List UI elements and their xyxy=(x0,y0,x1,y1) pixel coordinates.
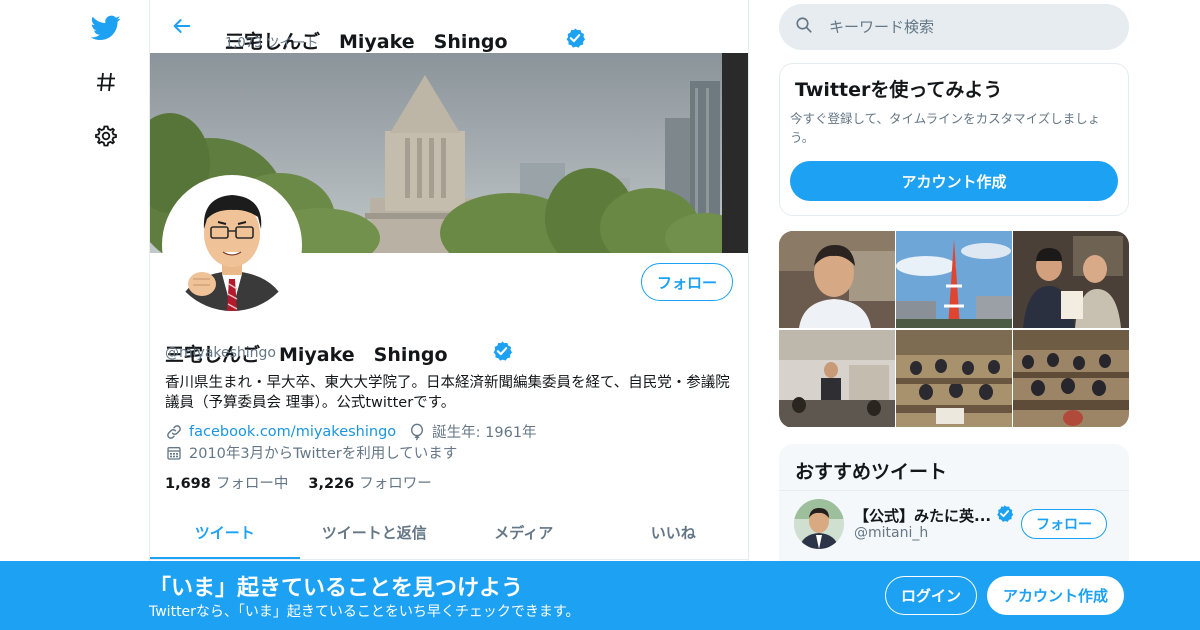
search-icon xyxy=(795,16,813,38)
divider xyxy=(779,490,1129,491)
tab-tweets-and-replies[interactable]: ツイートと返信 xyxy=(300,505,450,559)
profile-meta-row: facebook.com/miyakeshingo 誕生年: 1961年 xyxy=(165,421,537,442)
banner-create-account-button[interactable]: アカウント作成 xyxy=(987,576,1124,615)
back-arrow-icon[interactable] xyxy=(166,10,198,42)
media-thumbnail[interactable] xyxy=(1013,231,1129,328)
banner-subtitle: Twitterなら、「いま」起きていることをいち早くチェックできます。 xyxy=(149,604,580,620)
banner-title: 「いま」起きていることを見つけよう xyxy=(149,576,524,601)
calendar-icon xyxy=(165,444,183,462)
followers-stat[interactable]: 3,226 フォロワー xyxy=(308,472,431,493)
recommended-user-handle: @mitani_h xyxy=(854,525,929,541)
recommended-user-name-text: 【公式】みたに英... xyxy=(854,507,992,525)
followers-count: 3,226 xyxy=(308,476,355,492)
profile-bio: 香川県生まれ・早大卒、東大大学院了。日本経済新聞編集委員を経て、自民党・参議院議… xyxy=(165,375,730,411)
recommended-user-avatar[interactable] xyxy=(794,499,844,549)
tweet-count: 1,073 ツイート xyxy=(225,36,319,51)
media-thumbnail[interactable] xyxy=(896,330,1012,427)
signup-title: Twitterを使ってみよう xyxy=(795,79,1003,101)
media-thumbnail[interactable] xyxy=(896,231,1012,328)
recommended-title: おすすめツイート xyxy=(795,461,948,483)
tab-tweets[interactable]: ツイート xyxy=(150,505,300,559)
profile-avatar[interactable] xyxy=(162,175,302,315)
search-box xyxy=(779,4,1129,50)
link-icon xyxy=(165,423,183,441)
media-grid xyxy=(779,231,1129,428)
login-button[interactable]: ログイン xyxy=(885,576,977,615)
create-account-button[interactable]: アカウント作成 xyxy=(790,161,1118,201)
birthday-text: 誕生年: 1961年 xyxy=(432,425,537,441)
profile-column: 三宅しんご Miyake Shingo 1,073 ツイート フォロー 三宅しん… xyxy=(149,0,749,630)
joined-text: 2010年3月からTwitterを利用しています xyxy=(189,446,458,462)
media-thumbnail[interactable] xyxy=(1013,330,1129,427)
profile-tabs: ツイート ツイートと返信 メディア いいね xyxy=(150,505,748,560)
twitter-bird-icon[interactable] xyxy=(86,8,126,48)
hashtag-icon[interactable] xyxy=(86,62,126,102)
gear-icon[interactable] xyxy=(86,116,126,156)
follow-stats: 1,698 フォロー中 3,226 フォロワー xyxy=(165,472,452,493)
following-stat[interactable]: 1,698 フォロー中 xyxy=(165,472,288,493)
profile-handle: @miyakeshingo xyxy=(165,345,276,361)
recommended-follow-button[interactable]: フォロー xyxy=(1021,509,1107,539)
verified-badge-icon xyxy=(995,504,1014,527)
followers-label: フォロワー xyxy=(359,476,432,492)
tab-likes[interactable]: いいね xyxy=(599,505,749,559)
signup-description: 今すぐ登録して、タイムラインをカスタマイズしましょう。 xyxy=(790,111,1101,145)
follow-button[interactable]: フォロー xyxy=(640,263,733,301)
profile-joined-row: 2010年3月からTwitterを利用しています xyxy=(165,442,457,463)
search-input[interactable] xyxy=(829,18,1109,36)
recommended-user-name: 【公式】みたに英... xyxy=(854,504,1014,527)
signup-banner: 「いま」起きていることを見つけよう Twitterなら、「いま」起きていることを… xyxy=(0,561,1200,630)
website-link[interactable]: facebook.com/miyakeshingo xyxy=(189,424,396,440)
following-count: 1,698 xyxy=(165,476,211,492)
balloon-icon xyxy=(408,423,426,441)
media-thumbnail[interactable] xyxy=(779,330,895,427)
following-label: フォロー中 xyxy=(215,476,289,492)
signup-card: Twitterを使ってみよう 今すぐ登録して、タイムラインをカスタマイズしましょ… xyxy=(779,63,1129,216)
media-thumbnail[interactable] xyxy=(779,231,895,328)
profile-header: 三宅しんご Miyake Shingo 1,073 ツイート xyxy=(150,0,748,53)
tab-media[interactable]: メディア xyxy=(449,505,599,559)
